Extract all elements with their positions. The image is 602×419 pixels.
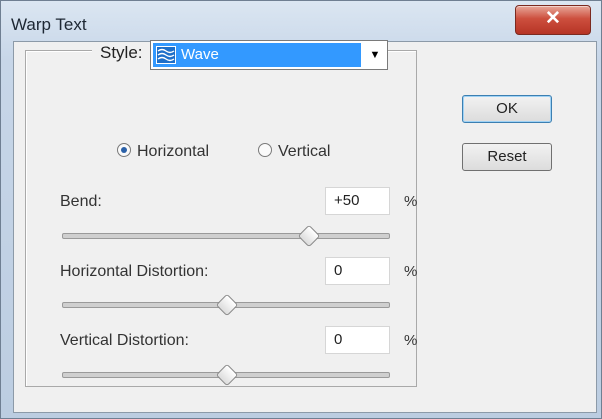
style-label: Style:: [92, 43, 151, 63]
style-selected-value: Wave: [181, 46, 219, 63]
vertical-distortion-input[interactable]: 0: [325, 326, 390, 354]
bend-value-input[interactable]: +50: [325, 187, 390, 215]
style-dropdown-selection: Wave: [153, 43, 361, 67]
vertical-distortion-unit: %: [404, 332, 418, 349]
bend-unit: %: [404, 193, 418, 210]
horizontal-distortion-label: Horizontal Distortion:: [60, 263, 209, 280]
horizontal-radio[interactable]: Horizontal: [117, 143, 209, 161]
close-button[interactable]: ✕: [515, 5, 591, 35]
vertical-distortion-slider[interactable]: [62, 363, 390, 387]
close-icon: ✕: [545, 8, 561, 29]
horizontal-distortion-slider[interactable]: [62, 293, 390, 317]
horizontal-distortion-unit: %: [404, 263, 418, 280]
radio-selected-icon: [117, 143, 131, 157]
radio-unselected-icon: [258, 143, 272, 157]
bend-label: Bend:: [60, 193, 102, 210]
bend-slider[interactable]: [62, 224, 390, 248]
horizontal-distortion-input[interactable]: 0: [325, 257, 390, 285]
chevron-down-icon[interactable]: ▼: [363, 41, 387, 69]
dialog-title: Warp Text: [11, 15, 87, 34]
vertical-radio[interactable]: Vertical: [258, 143, 330, 161]
ok-button[interactable]: OK: [462, 95, 552, 123]
style-dropdown[interactable]: Wave ▼: [150, 40, 388, 70]
horizontal-radio-label: Horizontal: [137, 143, 210, 160]
title-bar[interactable]: Warp Text ✕: [1, 1, 601, 41]
vertical-distortion-label: Vertical Distortion:: [60, 332, 189, 349]
reset-button[interactable]: Reset: [462, 143, 552, 171]
wave-style-icon: [156, 46, 176, 64]
vertical-radio-label: Vertical: [278, 143, 331, 160]
